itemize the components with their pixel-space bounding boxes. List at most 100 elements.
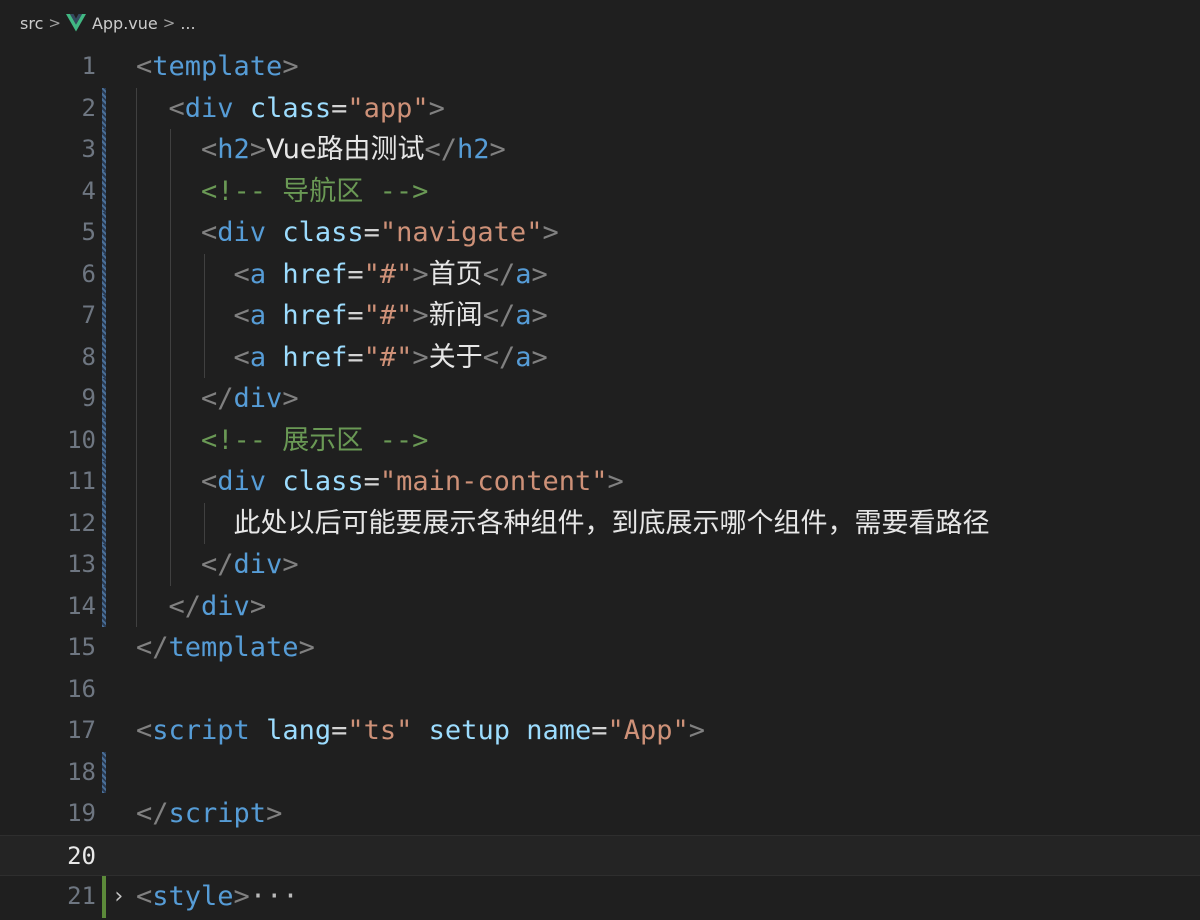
change-indicator[interactable] (102, 876, 106, 918)
code-line[interactable]: 16 (0, 669, 1200, 711)
code-token: Vue路由测试 (266, 134, 425, 165)
code-line[interactable]: 13 </div> (0, 544, 1200, 586)
code-line[interactable]: 3 <h2>Vue路由测试</h2> (0, 129, 1200, 171)
code-token: < (136, 881, 153, 912)
code-line[interactable]: 20 (0, 834, 1200, 876)
change-indicator[interactable] (102, 544, 106, 586)
line-number: 20 (67, 841, 96, 870)
code-text[interactable]: </template> (136, 627, 315, 669)
code-line[interactable]: 10 <!-- 展示区 --> (0, 419, 1200, 462)
code-token: h2 (217, 134, 250, 165)
code-text[interactable]: <a href="#">关于</a> (136, 337, 548, 379)
code-line[interactable]: 17 <script lang="ts" setup name="App"> (0, 710, 1200, 752)
code-token: class (249, 92, 332, 124)
code-text[interactable]: <script lang="ts" setup name="App"> (136, 710, 705, 752)
code-token: 此处以后可能要展示各种组件，到底展示哪个组件，需要看路径 (233, 507, 990, 539)
code-token: = (591, 715, 608, 746)
code-token: = (363, 466, 380, 497)
code-line[interactable]: 9 </div> (0, 378, 1200, 420)
change-indicator[interactable] (102, 212, 106, 254)
code-token: < (233, 300, 250, 331)
code-line[interactable]: 1 <template> (0, 46, 1200, 88)
change-indicator[interactable] (102, 585, 106, 627)
code-line[interactable]: 19 </script> (0, 793, 1200, 835)
code-text[interactable]: <a href="#">首页</a> (136, 254, 548, 296)
code-line[interactable]: 14 </div> (0, 585, 1200, 628)
code-token: div (217, 466, 267, 497)
change-indicator[interactable] (102, 419, 106, 461)
line-number: 4 (81, 176, 96, 205)
code-token: > (428, 92, 445, 124)
change-indicator[interactable] (102, 87, 106, 129)
breadcrumb-folder[interactable]: src (20, 14, 43, 33)
code-text[interactable]: <div class="main-content"> (136, 461, 624, 503)
code-text[interactable]: 此处以后可能要展示各种组件，到底展示哪个组件，需要看路径 (136, 503, 990, 545)
change-indicator[interactable] (102, 751, 106, 793)
line-number: 13 (67, 550, 96, 578)
chevron-right-icon[interactable]: › (112, 876, 125, 918)
code-token: "main-content" (379, 466, 608, 497)
code-text[interactable]: <!-- 导航区 --> (136, 171, 428, 213)
code-line[interactable]: 5 <div class="navigate"> (0, 212, 1200, 254)
code-token: div (201, 590, 250, 622)
code-token: a (515, 300, 532, 331)
code-line[interactable]: 7 <a href="#">新闻</a> (0, 295, 1200, 337)
code-token: > (282, 51, 299, 82)
code-token: template (168, 632, 299, 663)
code-text[interactable]: <!-- 展示区 --> (136, 420, 428, 462)
change-indicator[interactable] (102, 253, 106, 295)
code-token: > (282, 383, 299, 414)
code-line[interactable]: 15 </template> (0, 627, 1200, 669)
code-line[interactable]: 6 <a href="#">首页</a> (0, 253, 1200, 296)
code-line[interactable]: 2 <div class="app"> (0, 87, 1200, 130)
code-line[interactable]: 8 <a href="#">关于</a> (0, 336, 1200, 379)
chevron-right-icon: > (48, 14, 61, 32)
code-token: setup (428, 715, 510, 746)
change-indicator[interactable] (102, 502, 106, 544)
code-token: 新闻 (428, 300, 483, 331)
code-text[interactable]: <h2>Vue路由测试</h2> (136, 129, 506, 171)
code-line[interactable]: 21 › <style>··· (0, 876, 1200, 918)
code-text[interactable]: <div class="app"> (136, 88, 445, 130)
code-line[interactable]: 12 此处以后可能要展示各种组件，到底展示哪个组件，需要看路径 (0, 502, 1200, 545)
code-text[interactable]: <a href="#">新闻</a> (136, 295, 548, 337)
code-text[interactable]: <div class="navigate"> (136, 212, 559, 254)
code-text[interactable]: <style>··· (136, 876, 299, 918)
code-token: style (152, 881, 234, 912)
change-indicator[interactable] (102, 170, 106, 212)
code-text[interactable]: <template> (136, 46, 299, 88)
code-token: > (688, 715, 706, 746)
code-token: "#" (363, 300, 413, 331)
change-indicator[interactable] (102, 378, 106, 420)
code-token: a (249, 258, 267, 290)
code-token: < (201, 134, 218, 165)
change-indicator[interactable] (102, 336, 106, 378)
code-text[interactable]: </div> (136, 586, 267, 628)
change-indicator[interactable] (102, 129, 106, 171)
code-token: "ts" (347, 715, 413, 746)
line-number: 8 (81, 342, 96, 371)
code-token: > (298, 632, 315, 663)
code-line[interactable]: 18 (0, 751, 1200, 793)
code-line[interactable]: 4 <!-- 导航区 --> (0, 170, 1200, 213)
code-text[interactable]: </div> (136, 544, 299, 586)
breadcrumb-file[interactable]: App.vue (92, 14, 158, 33)
code-token: < (233, 258, 250, 290)
code-token: a (249, 300, 267, 331)
code-token: < (136, 51, 153, 82)
code-text[interactable]: </div> (136, 378, 299, 420)
change-indicator[interactable] (102, 461, 106, 503)
code-area[interactable]: 1 <template> 2 <div class="app"> 3 <h2>Vue路… (0, 46, 1200, 918)
code-text[interactable]: </script> (136, 793, 282, 835)
change-indicator[interactable] (102, 295, 106, 337)
code-line[interactable]: 11 <div class="main-content"> (0, 461, 1200, 503)
line-number: 16 (67, 674, 96, 703)
breadcrumb-more[interactable]: ... (180, 14, 195, 33)
line-number: 21 (67, 882, 96, 910)
code-editor[interactable]: src > App.vue > ... 1 <template> 2 <div cl… (0, 0, 1200, 920)
code-token: lang (266, 715, 332, 746)
